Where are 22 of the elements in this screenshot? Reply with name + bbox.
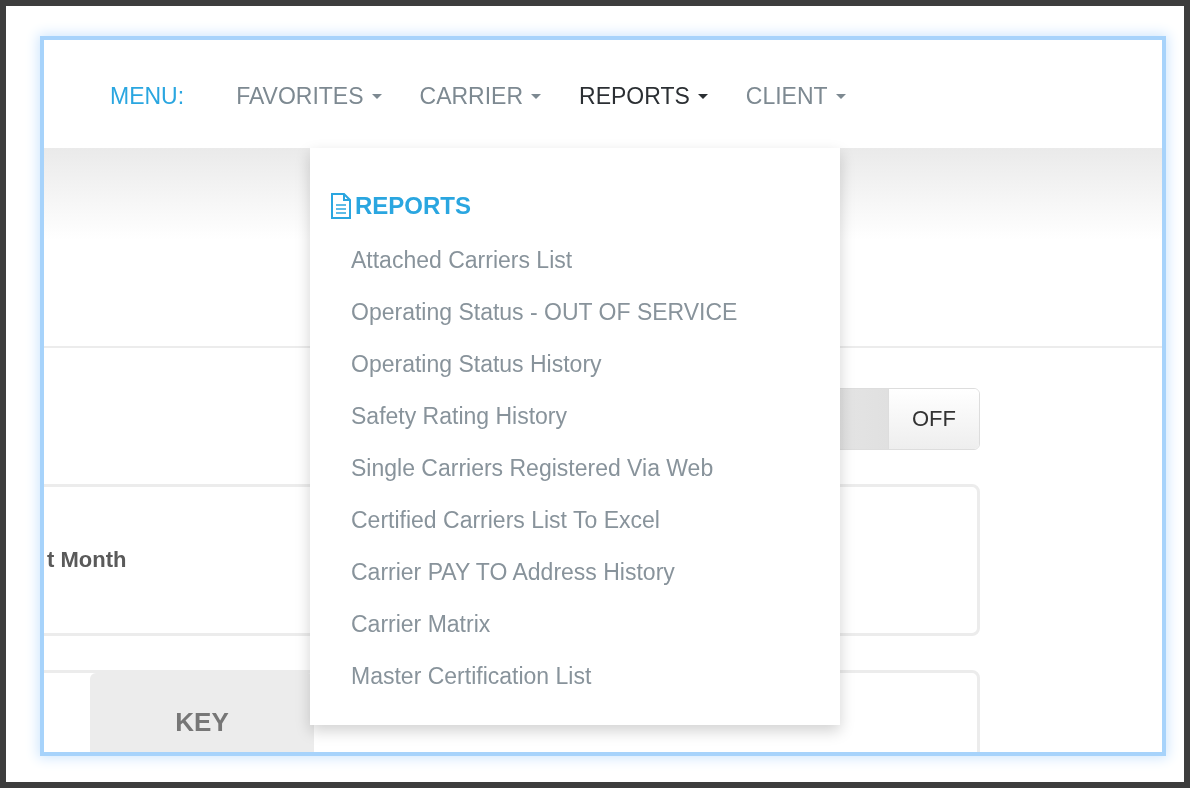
document-icon bbox=[330, 193, 352, 219]
nav-menu-item[interactable]: CARRIER bbox=[419, 82, 542, 110]
dropdown-item[interactable]: Single Carriers Registered Via Web bbox=[330, 442, 714, 494]
dropdown-item[interactable]: Carrier PAY TO Address History bbox=[330, 546, 675, 598]
dropdown-item[interactable]: Attached Carriers List bbox=[330, 234, 573, 286]
menu-label: MENU: bbox=[110, 82, 185, 110]
dropdown-item[interactable]: Safety Rating History bbox=[330, 390, 568, 442]
caret-icon bbox=[371, 93, 382, 99]
caret-icon bbox=[835, 93, 846, 99]
dropdown-item[interactable]: Carrier Matrix bbox=[330, 598, 491, 650]
caret-icon bbox=[697, 93, 708, 99]
nav-menu-item[interactable]: CLIENT bbox=[745, 82, 846, 110]
nav-menu-item[interactable]: REPORTS bbox=[579, 82, 708, 110]
caret-icon bbox=[531, 93, 542, 99]
dropdown-header: REPORTS bbox=[355, 192, 471, 220]
dropdown-item[interactable]: Master Certification List bbox=[330, 650, 592, 702]
dropdown-item[interactable]: Operating Status History bbox=[330, 338, 602, 390]
dropdown-item[interactable]: Operating Status - OUT OF SERVICE bbox=[330, 286, 738, 338]
key-tab[interactable]: KEY bbox=[90, 673, 314, 752]
period-label: t Month bbox=[47, 547, 127, 573]
nav-menu-item[interactable]: FAVORITES bbox=[236, 82, 382, 110]
dropdown-item[interactable]: Certified Carriers List To Excel bbox=[330, 494, 660, 546]
